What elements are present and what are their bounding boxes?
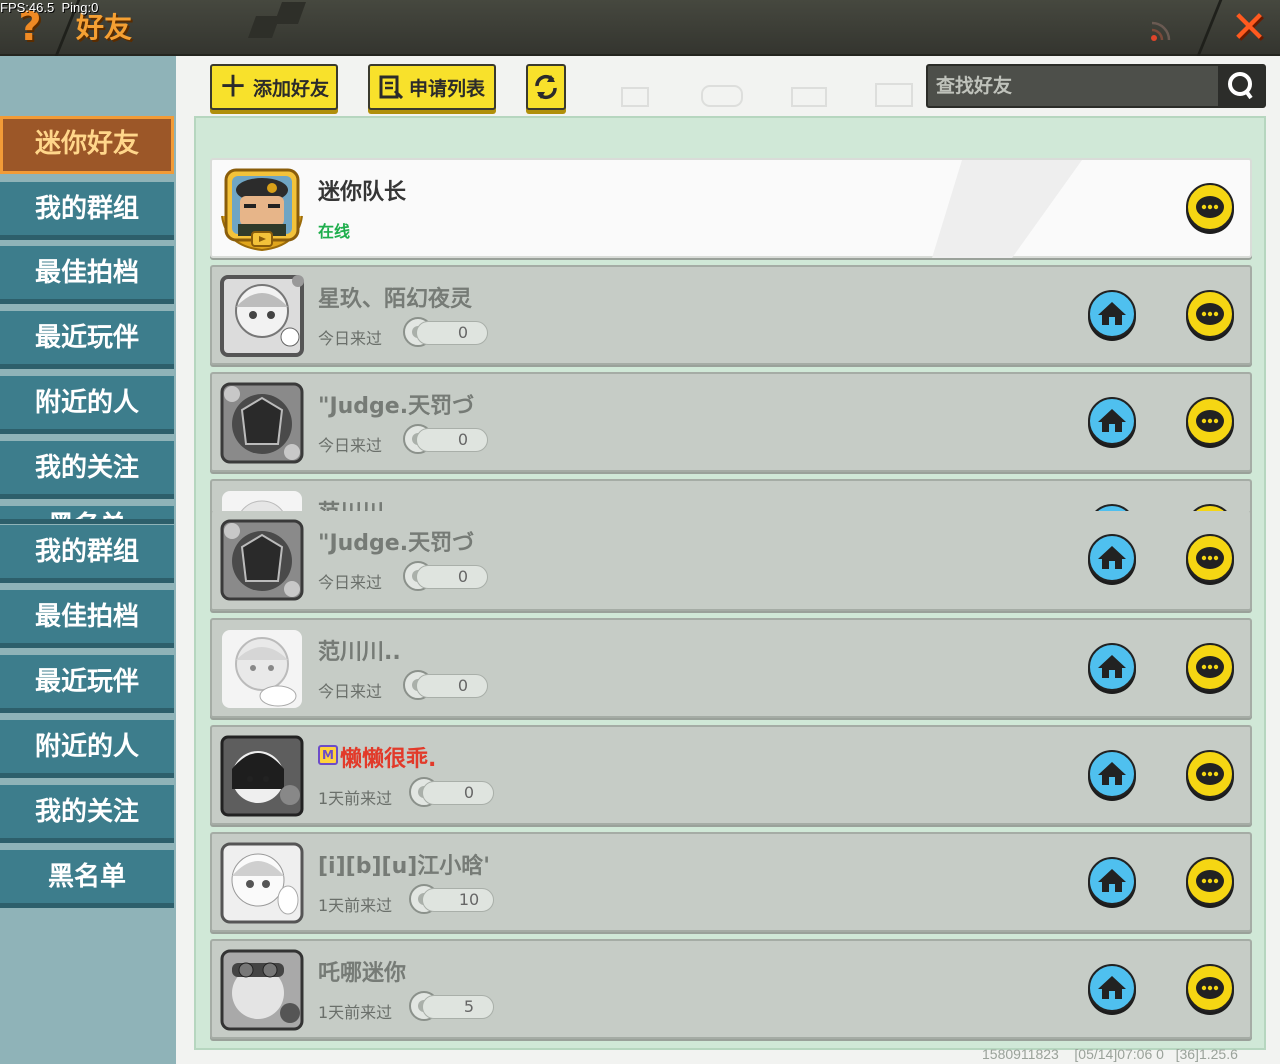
request-list-label: 申请列表 bbox=[408, 77, 485, 100]
sidebar-item-best-partner[interactable]: 最佳拍档 bbox=[0, 590, 174, 648]
flower-count: 0 bbox=[422, 781, 494, 805]
fps-readout: FPS:46.5 bbox=[0, 0, 55, 15]
friend-status: 1天前来过 bbox=[318, 789, 393, 808]
home-button[interactable] bbox=[1086, 642, 1138, 694]
flower-count: 0 bbox=[416, 321, 488, 345]
friend-status: 今日来过 bbox=[318, 682, 383, 701]
home-button[interactable] bbox=[1086, 533, 1138, 585]
friend-name: 范川川.. bbox=[318, 640, 401, 665]
flower-count: 0 bbox=[416, 674, 488, 698]
chat-button[interactable] bbox=[1184, 182, 1236, 234]
friend-list: 迷你队长 在线 星玖、陌幻夜灵 今日来过 0 "Judge.天罚づ 今日来过 0… bbox=[194, 116, 1266, 1050]
friend-card[interactable]: 范川川.. 今日来过 0 bbox=[210, 618, 1252, 718]
paper-plane-decor bbox=[932, 160, 1082, 258]
friend-name: 星玖、陌幻夜灵 bbox=[318, 287, 473, 312]
avatar bbox=[220, 519, 304, 601]
sidebar: 迷你好友 我的群组 最佳拍档 最近玩伴 附近的人 我的关注 黑名单 我的群组 最… bbox=[0, 56, 176, 1064]
home-button[interactable] bbox=[1086, 289, 1138, 341]
friend-card[interactable]: "Judge.天罚づ 今日来过 0 bbox=[210, 511, 1252, 611]
avatar bbox=[221, 168, 303, 252]
debug-overlay: FPS:46.5 Ping:0 bbox=[0, 0, 98, 15]
add-friend-button[interactable]: ＋ 添加好友 bbox=[210, 64, 338, 110]
close-icon: ✕ bbox=[1230, 2, 1268, 53]
friend-name: 吒哪迷你 bbox=[318, 961, 407, 986]
chat-button[interactable] bbox=[1184, 642, 1236, 694]
search-box bbox=[926, 64, 1266, 108]
sidebar-item-following[interactable]: 我的关注 bbox=[0, 785, 174, 843]
avatar bbox=[220, 949, 304, 1031]
chat-button[interactable] bbox=[1184, 856, 1236, 908]
network-signal-icon bbox=[1151, 21, 1171, 41]
chat-button[interactable] bbox=[1184, 749, 1236, 801]
close-button[interactable]: ✕ bbox=[1224, 4, 1274, 52]
friend-card[interactable]: "Judge.天罚づ 今日来过 0 bbox=[210, 372, 1252, 472]
flower-count: 5 bbox=[422, 995, 494, 1019]
avatar bbox=[222, 630, 302, 708]
friend-card[interactable]: M 懒懒很乖. 1天前来过 0 bbox=[210, 725, 1252, 825]
friend-name: "Judge.天罚づ bbox=[318, 394, 475, 419]
top-bar: ? 好友 ✕ bbox=[0, 0, 1280, 56]
sidebar-item-recent-players[interactable]: 最近玩伴 bbox=[0, 655, 174, 713]
friend-name: 懒懒很乖. bbox=[340, 747, 437, 772]
home-button[interactable] bbox=[1086, 963, 1138, 1015]
search-button[interactable] bbox=[1218, 66, 1264, 106]
friend-name: 迷你队长 bbox=[318, 180, 407, 205]
add-friend-label: 添加好友 bbox=[253, 77, 330, 100]
chat-button[interactable] bbox=[1184, 396, 1236, 448]
main-panel: ＋ 添加好友 申请列表 查找好友 迷你队长 在线 星玖、陌幻夜灵 今日来过 0 … bbox=[176, 56, 1280, 1064]
divider bbox=[1196, 0, 1223, 56]
friend-card[interactable]: 迷你队长 在线 bbox=[210, 158, 1252, 258]
friend-name: [i][b][u]江小晗' bbox=[318, 854, 491, 879]
user-id: 1580911823 bbox=[982, 1046, 1059, 1062]
avatar bbox=[220, 735, 304, 817]
flower-count: 0 bbox=[416, 565, 488, 589]
build-stamp: [05/14]07:06 0 bbox=[1074, 1046, 1164, 1062]
friend-status: 1天前来过 bbox=[318, 1003, 393, 1022]
plus-icon: ＋ bbox=[218, 70, 247, 103]
avatar bbox=[220, 275, 304, 357]
friend-card[interactable]: 星玖、陌幻夜灵 今日来过 0 bbox=[210, 265, 1252, 365]
vip-badge-icon: M bbox=[318, 745, 338, 765]
sidebar-item-blacklist[interactable]: 黑名单 bbox=[0, 850, 174, 908]
sidebar-item-following[interactable]: 我的关注 bbox=[0, 441, 174, 499]
friend-name: "Judge.天罚づ bbox=[318, 531, 475, 556]
chat-button[interactable] bbox=[1184, 289, 1236, 341]
sidebar-item-nearby[interactable]: 附近的人 bbox=[0, 720, 174, 778]
home-button[interactable] bbox=[1086, 396, 1138, 448]
request-list-button[interactable]: 申请列表 bbox=[368, 64, 496, 110]
refresh-icon bbox=[535, 74, 557, 100]
sidebar-item-blacklist-partial[interactable]: 黑名单 bbox=[0, 506, 174, 524]
build-info: 1580911823 [05/14]07:06 0 [36]1.25.6 bbox=[982, 1046, 1238, 1062]
version-stamp: [36]1.25.6 bbox=[1175, 1046, 1238, 1062]
avatar bbox=[220, 382, 304, 464]
avatar bbox=[220, 842, 304, 924]
chat-button[interactable] bbox=[1184, 533, 1236, 585]
sidebar-item-my-groups[interactable]: 我的群组 bbox=[0, 182, 174, 240]
sidebar-item-recent-players[interactable]: 最近玩伴 bbox=[0, 311, 174, 369]
flower-count: 0 bbox=[416, 428, 488, 452]
home-button[interactable] bbox=[1086, 749, 1138, 801]
search-input[interactable] bbox=[928, 66, 1218, 106]
friend-status: 今日来过 bbox=[318, 329, 383, 348]
sidebar-item-mini-friends[interactable]: 迷你好友 bbox=[0, 116, 174, 174]
home-button[interactable] bbox=[1086, 856, 1138, 908]
search-icon bbox=[1228, 72, 1253, 100]
sidebar-item-nearby[interactable]: 附近的人 bbox=[0, 376, 174, 434]
refresh-button[interactable] bbox=[526, 64, 566, 110]
sidebar-item-label: 黑名单 bbox=[48, 511, 126, 519]
sidebar-item-my-groups[interactable]: 我的群组 bbox=[0, 525, 174, 583]
friend-card[interactable]: [i][b][u]江小晗' 1天前来过 10 bbox=[210, 832, 1252, 932]
friend-status: 在线 bbox=[318, 222, 351, 241]
list-icon bbox=[379, 75, 403, 99]
sidebar-item-best-partner[interactable]: 最佳拍档 bbox=[0, 246, 174, 304]
ping-readout: Ping:0 bbox=[61, 0, 99, 15]
friend-status: 今日来过 bbox=[318, 436, 383, 455]
friend-status: 1天前来过 bbox=[318, 896, 393, 915]
flower-count: 10 bbox=[422, 888, 494, 912]
chat-button[interactable] bbox=[1184, 963, 1236, 1015]
friend-card[interactable]: 吒哪迷你 1天前来过 5 bbox=[210, 939, 1252, 1039]
friend-status: 今日来过 bbox=[318, 573, 383, 592]
